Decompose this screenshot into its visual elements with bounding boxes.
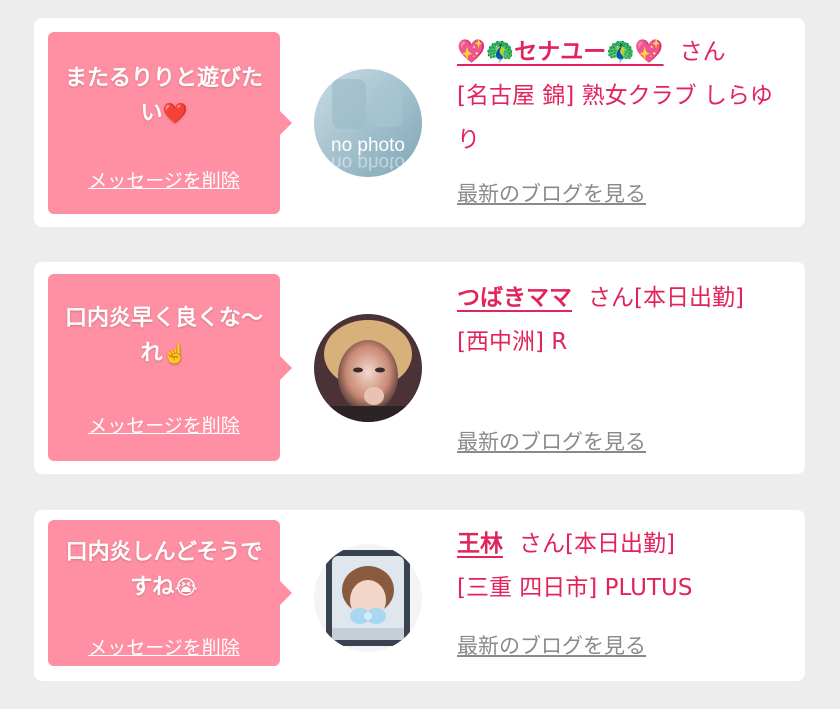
delete-message-link[interactable]: メッセージを削除 xyxy=(48,633,280,660)
sender-name-link[interactable]: つばきママ xyxy=(457,285,572,311)
message-card: またるりりと遊びたい❤️ メッセージを削除 no photo no photo xyxy=(34,18,805,227)
profile-photo-icon xyxy=(314,544,422,652)
avatar[interactable] xyxy=(314,544,422,652)
latest-blog-link[interactable]: 最新のブログを見る xyxy=(457,630,646,660)
message-list: またるりりと遊びたい❤️ メッセージを削除 no photo no photo xyxy=(0,0,840,709)
latest-blog-link[interactable]: 最新のブログを見る xyxy=(457,178,646,208)
sender-info: つばきママ さん[本日出勤] [西中洲] R xyxy=(457,276,789,364)
sender-name-line: 💖🦚セナユー🦚💖 さん xyxy=(457,30,789,74)
message-card: 口内炎早く良くな〜れ☝️ メッセージを削除 つばきママ さん[本日出勤] [西中… xyxy=(34,262,805,474)
profile-photo-icon xyxy=(314,314,422,422)
delete-message-link[interactable]: メッセージを削除 xyxy=(48,166,280,193)
sender-name-line: つばきママ さん[本日出勤] xyxy=(457,276,789,320)
delete-message-link[interactable]: メッセージを削除 xyxy=(48,411,280,438)
sender-name-link[interactable]: 💖🦚セナユー🦚💖 xyxy=(457,39,664,65)
message-card: 口内炎しんどそうですね😭 メッセージを削除 王林 さん[本日出勤] [三重 四日市… xyxy=(34,510,805,681)
avatar[interactable]: no photo no photo xyxy=(314,69,422,177)
message-text: 口内炎しんどそうですね😭 xyxy=(56,536,272,605)
message-bubble: 口内炎早く良くな〜れ☝️ メッセージを削除 xyxy=(48,274,292,461)
latest-blog-link[interactable]: 最新のブログを見る xyxy=(457,426,646,456)
sender-name-link[interactable]: 王林 xyxy=(457,531,503,557)
shop-location: [西中洲] R xyxy=(457,329,568,355)
svg-text:no photo: no photo xyxy=(331,152,405,173)
heart-emoji-icon: ❤️ xyxy=(162,101,188,125)
pointing-finger-emoji-icon: ☝️ xyxy=(162,341,188,365)
honorific-label: さん xyxy=(588,285,634,311)
message-bubble: またるりりと遊びたい❤️ メッセージを削除 xyxy=(48,32,292,214)
message-body: 口内炎しんどそうですね xyxy=(65,540,263,600)
no-photo-avatar-icon: no photo no photo xyxy=(314,69,422,177)
status-label: [本日出勤] xyxy=(634,285,744,311)
shop-location: [名古屋 錦] 熟女クラブ しらゆり xyxy=(457,83,773,153)
sender-name-line: 王林 さん[本日出勤] xyxy=(457,522,789,566)
honorific-label: さん xyxy=(679,39,726,65)
honorific-label: さん xyxy=(519,531,565,557)
avatar[interactable] xyxy=(314,314,422,422)
sender-info: 💖🦚セナユー🦚💖 さん [名古屋 錦] 熟女クラブ しらゆり xyxy=(457,30,789,162)
shop-location: [三重 四日市] PLUTUS xyxy=(457,575,693,601)
message-bubble: 口内炎しんどそうですね😭 メッセージを削除 xyxy=(48,520,292,666)
sender-info: 王林 さん[本日出勤] [三重 四日市] PLUTUS xyxy=(457,522,789,610)
crying-face-emoji-icon: 😭 xyxy=(174,575,198,599)
message-text: 口内炎早く良くな〜れ☝️ xyxy=(56,302,272,371)
status-label: [本日出勤] xyxy=(565,531,675,557)
message-text: またるりりと遊びたい❤️ xyxy=(56,62,272,131)
